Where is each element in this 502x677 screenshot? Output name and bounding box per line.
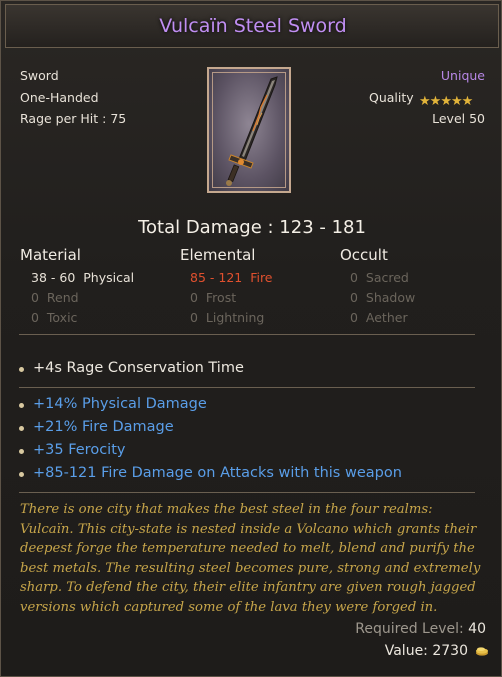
damage-type: Aether (365, 310, 408, 325)
bullet-icon (19, 472, 24, 477)
material-row-toxic: 0 Toxic (31, 310, 77, 325)
value-amount: 2730 (432, 643, 468, 659)
damage-value: 0 (190, 310, 198, 325)
damage-value: 0 (190, 290, 198, 305)
star-icon: ★ (429, 94, 442, 109)
affix-line: +35 Ferocity (33, 442, 126, 458)
elemental-row-lightning: 0 Lightning (190, 310, 264, 325)
material-row-rend: 0 Rend (31, 290, 79, 305)
item-name: Vulcaïn Steel Sword (159, 15, 347, 37)
affix-line: +21% Fire Damage (33, 419, 174, 435)
star-icon: ★ (450, 94, 463, 109)
star-icon: ★ (440, 94, 452, 109)
item-value: Value: 2730 (385, 643, 468, 659)
damage-value: 0 (31, 310, 39, 325)
occult-header: Occult (340, 246, 388, 264)
damage-type: Fire (250, 270, 273, 285)
quality-stars: ★★★★★ (419, 90, 474, 109)
gold-coins-icon (476, 647, 488, 656)
elemental-row-frost: 0 Frost (190, 290, 236, 305)
occult-row-shadow: 0 Shadow (350, 290, 415, 305)
item-handedness: One-Handed (20, 90, 99, 105)
damage-value: 0 (350, 310, 358, 325)
divider (19, 334, 475, 335)
bullet-icon (19, 426, 24, 431)
damage-type: Toxic (46, 310, 78, 325)
damage-value: 38 - 60 (31, 270, 76, 285)
divider (19, 387, 475, 388)
occult-row-aether: 0 Aether (350, 310, 408, 325)
damage-value: 0 (350, 270, 358, 285)
total-damage: Total Damage : 123 - 181 (138, 217, 366, 238)
required-level-label: Required Level: (355, 621, 464, 637)
damage-value: 0 (350, 290, 358, 305)
divider (19, 492, 475, 493)
item-level: Level 50 (432, 111, 485, 126)
material-row-physical: 38 - 60 Physical (31, 270, 134, 285)
elemental-header: Elemental (180, 246, 256, 264)
bullet-icon (19, 449, 24, 454)
quality-label: Quality (369, 90, 414, 105)
item-rarity: Unique (440, 68, 485, 83)
material-header: Material (20, 246, 81, 264)
item-type: Sword (20, 68, 59, 83)
damage-type: Physical (83, 270, 135, 285)
damage-type: Lightning (205, 310, 265, 325)
item-tooltip: Vulcaïn Steel Sword Sword One-Handed Rag… (0, 0, 502, 677)
damage-type: Rend (46, 290, 79, 305)
rage-per-hit: Rage per Hit : 75 (20, 111, 127, 126)
affix-line: +85-121 Fire Damage on Attacks with this… (33, 465, 402, 481)
sword-icon (226, 76, 278, 186)
affix-line: +14% Physical Damage (33, 396, 207, 412)
damage-value: 85 - 121 (190, 270, 243, 285)
value-label: Value: (384, 643, 428, 659)
title-bar: Vulcaïn Steel Sword (5, 4, 499, 48)
implicit-affix: +4s Rage Conservation Time (33, 360, 244, 376)
elemental-row-fire: 85 - 121 Fire (190, 270, 273, 285)
star-icon: ★ (461, 94, 474, 109)
item-lore: There is one city that makes the best st… (20, 502, 481, 615)
damage-type: Sacred (365, 270, 409, 285)
required-level: Required Level: 40 (355, 621, 486, 637)
bullet-icon (19, 403, 24, 408)
star-icon: ★ (419, 94, 431, 109)
item-portrait (207, 67, 291, 193)
occult-row-sacred: 0 Sacred (350, 270, 409, 285)
bullet-icon (19, 367, 24, 372)
damage-type: Shadow (365, 290, 416, 305)
required-level-value: 40 (468, 621, 486, 637)
damage-type: Frost (205, 290, 237, 305)
damage-value: 0 (31, 290, 39, 305)
